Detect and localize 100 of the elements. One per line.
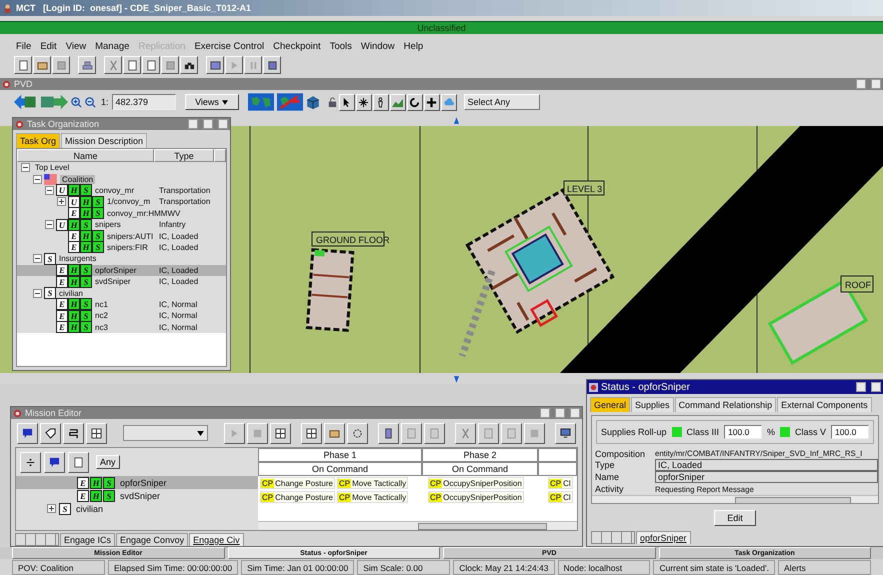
toolbar-button[interactable] [501,422,522,444]
expand-toggle[interactable] [33,288,42,298]
tab[interactable]: Engage Convoy [116,533,188,546]
phase-header[interactable]: Phase 1 [258,448,422,462]
menu-item[interactable]: Window [360,40,395,52]
tab[interactable]: Mission Description [61,133,148,148]
toolbar-button[interactable] [123,56,141,74]
menu-item[interactable]: Manage [95,40,130,52]
zoom-out-icon[interactable] [85,96,96,108]
toolbar-button[interactable] [378,422,399,444]
edit-button[interactable]: Edit [714,510,756,526]
toolbar-button[interactable] [78,56,96,74]
expand-toggle[interactable] [47,504,56,513]
tree-item[interactable]: civilian [76,504,104,514]
toolbar-button[interactable] [142,56,160,74]
field-value[interactable]: opforSniper [655,471,878,484]
toolbar-button[interactable] [180,56,198,74]
toolbar-button[interactable] [86,422,107,444]
tree-item[interactable]: svdSniper [95,277,131,286]
toolbar-button[interactable] [401,422,422,444]
tree-item[interactable]: civilian [59,288,84,298]
cube-icon[interactable] [306,95,320,109]
tree-item[interactable]: Top Level [35,163,70,172]
menu-item[interactable]: Tools [330,40,352,52]
tab[interactable]: Engage Civ [189,533,244,546]
supply-field[interactable]: 100.0 [831,424,869,439]
tab[interactable]: Command Relationship [674,397,776,412]
tab-navigation-buttons[interactable] [15,533,59,546]
map-tool-button[interactable] [390,94,406,110]
task-chip[interactable]: CP Cl [548,491,573,503]
task-chip[interactable]: CP Move Tactically [336,491,408,503]
tree-item[interactable]: opforSniper [95,266,136,275]
phase-header[interactable]: Phase 2 [422,448,538,462]
tab[interactable]: Supplies [631,397,674,412]
toolbar-button[interactable] [555,422,576,444]
tab[interactable]: opforSniper [636,531,691,544]
menu-item[interactable]: Checkpoint [273,40,321,52]
field-value[interactable]: IC, Loaded [655,459,878,472]
navigation-arrows-icon[interactable] [14,93,68,111]
tree-item[interactable]: convoy_mr:HMMWV [107,208,180,218]
tree-item[interactable]: nc2 [95,311,108,320]
tree-item[interactable]: snipers:AUTI [107,232,154,241]
expand-toggle[interactable] [45,186,54,195]
selection-field[interactable]: Select Any [464,94,540,110]
toolbar-button[interactable] [44,452,65,472]
tree-item[interactable]: snipers [95,220,121,230]
toolbar-button[interactable] [20,452,41,472]
map-tool-button[interactable] [356,94,372,110]
map-tool-button[interactable] [424,94,440,110]
map-tool-button[interactable] [372,94,389,110]
toolbar-button[interactable] [524,422,545,444]
toolbar-button[interactable] [40,422,61,444]
menu-item[interactable]: Help [404,40,424,52]
expand-toggle[interactable] [57,197,66,206]
toolbar-button[interactable] [52,56,70,74]
column-header[interactable]: Type [154,149,214,162]
map-tool-button[interactable] [338,94,355,110]
filter-button[interactable]: Any [96,455,120,469]
menu-item[interactable]: Edit [40,40,57,52]
menu-item[interactable]: Exercise Control [194,40,264,52]
tree-item[interactable]: Insurgents [59,254,96,264]
dropdown[interactable] [123,425,208,441]
tree-item[interactable]: svdSniper [120,490,160,500]
lock-icon[interactable] [326,96,338,108]
menu-item[interactable]: View [66,40,86,52]
task-chip[interactable]: CP OccupySniperPosition [428,477,524,489]
toolbar-button[interactable] [478,422,499,444]
toolbar-button[interactable] [225,56,243,74]
toolbar-button[interactable] [14,56,32,74]
map-tool-button[interactable] [406,94,423,110]
tree-item[interactable]: snipers:FIR [107,242,148,252]
expand-toggle[interactable] [33,254,42,264]
task-chip[interactable]: CP OccupySniperPosition [428,491,524,503]
world-map-icon[interactable] [248,93,274,111]
tab[interactable]: General [590,397,630,412]
tab-navigation-buttons[interactable] [591,531,635,544]
tab[interactable]: External Components [777,397,872,412]
toolbar-button[interactable] [324,422,345,444]
toolbar-button[interactable] [247,422,268,444]
toolbar-button[interactable] [347,422,368,444]
menu-item[interactable]: File [16,40,32,52]
phase-trigger[interactable]: On Command [258,462,422,476]
toolbar-button[interactable] [63,422,84,444]
task-chip[interactable]: CP Change Posture [260,477,335,489]
column-menu-button[interactable] [214,149,226,162]
toolbar-button[interactable] [224,422,245,444]
tree-item[interactable]: Coalition [60,174,96,184]
toolbar-button[interactable] [17,422,38,444]
toolbar-button[interactable] [263,56,281,74]
zoom-in-icon[interactable] [71,96,82,108]
toolbar-button[interactable] [301,422,322,444]
expand-toggle[interactable] [45,220,54,230]
toolbar-button[interactable] [68,452,89,472]
scrollbar[interactable] [592,495,878,503]
toolbar-button[interactable] [206,56,224,74]
column-header[interactable]: Name [17,149,154,162]
task-chip[interactable]: CP Change Posture [260,491,335,503]
task-chip[interactable]: CP Move Tactically [336,477,408,489]
tab[interactable]: Task Org [16,133,60,148]
phase-trigger[interactable]: On Command [422,462,538,476]
